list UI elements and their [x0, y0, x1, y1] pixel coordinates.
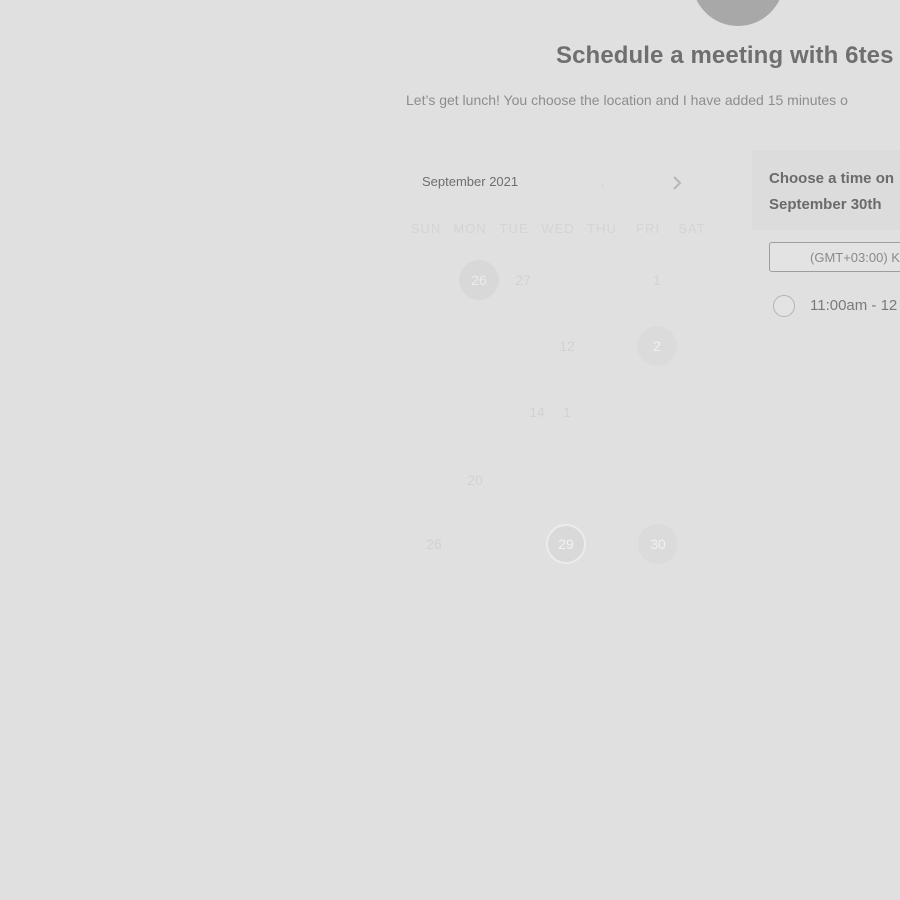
chevron-left-icon[interactable]: ‹ [596, 176, 610, 192]
weekday-mon: MON [453, 221, 487, 236]
meeting-description: Let’s get lunch! You choose the location… [406, 92, 848, 108]
calendar-day: 1 [653, 272, 661, 288]
calendar-day-available[interactable]: 30 [638, 524, 678, 564]
time-slot-label: 11:00am - 12 [810, 297, 898, 314]
timezone-select[interactable]: (GMT+03:00) K [769, 242, 900, 272]
calendar-day-today: 26 [459, 260, 499, 300]
chevron-right-icon[interactable] [670, 176, 684, 194]
calendar-day: 26 [426, 536, 442, 552]
weekday-sat: SAT [678, 221, 706, 236]
weekday-sun: SUN [410, 221, 442, 236]
calendar-day: 1 [563, 404, 571, 420]
time-panel-title-line2: September 30th [769, 196, 882, 213]
calendar-day: 27 [515, 272, 531, 288]
calendar-day: 12 [559, 338, 575, 354]
host-avatar [692, 0, 784, 26]
time-panel-title: Choose a time on September 30th [769, 166, 894, 218]
time-slot-radio[interactable] [773, 295, 795, 317]
calendar-month-label: September 2021 [422, 174, 519, 189]
weekday-fri: FRI [636, 221, 660, 236]
weekday-tue: TUE [499, 221, 529, 236]
calendar-day: 20 [467, 472, 483, 488]
calendar-day-available[interactable]: 2 [637, 326, 677, 366]
time-panel-title-line1: Choose a time on [769, 170, 895, 187]
weekday-wed: WED [541, 221, 575, 236]
page-title: Schedule a meeting with 6tes [556, 42, 894, 69]
weekday-thu: THU [587, 221, 617, 236]
calendar-day-selected[interactable]: 29 [546, 524, 586, 564]
